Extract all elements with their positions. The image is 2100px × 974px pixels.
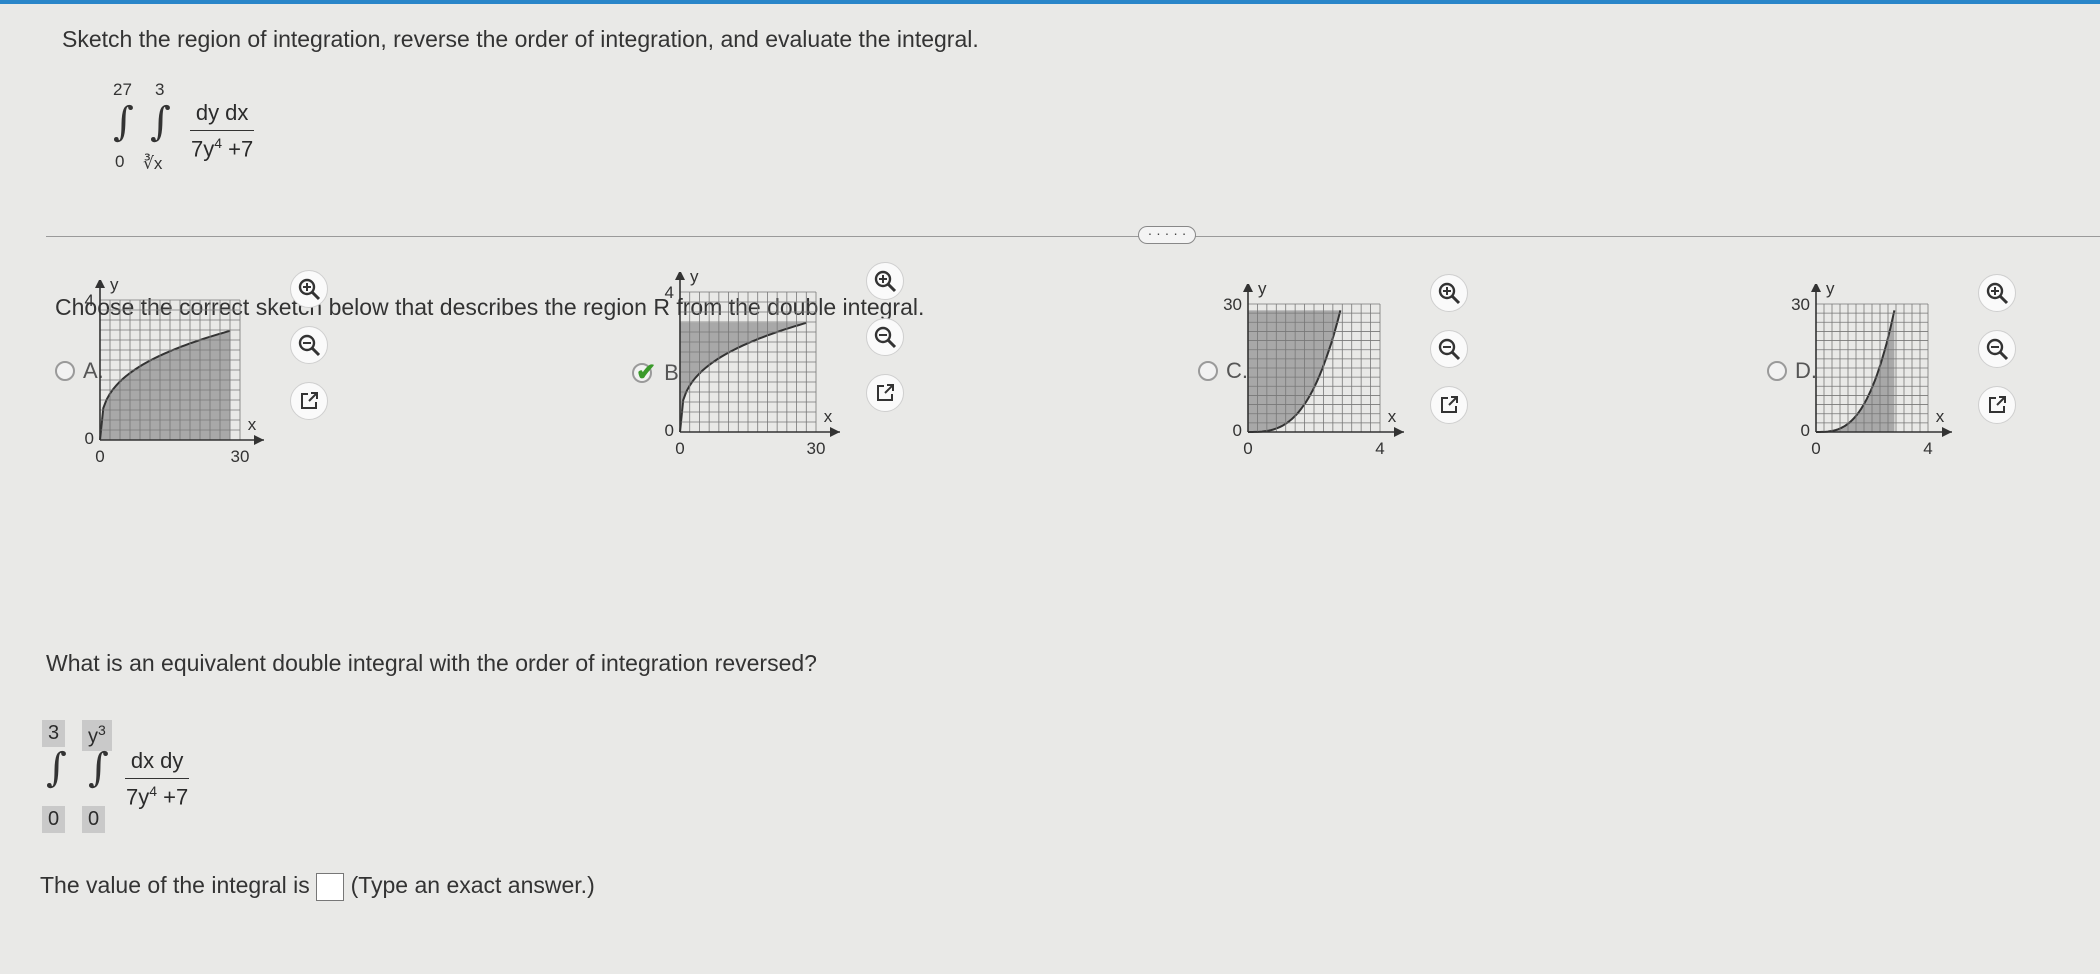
- x-axis-arrow: [254, 435, 264, 445]
- reversed-integral: 3 ∫ 0 y3 ∫ 0 dx dy 7y4 +7: [42, 712, 302, 842]
- inner-upper-limit: 3: [155, 80, 165, 99]
- zoom-in-button[interactable]: [1978, 274, 2016, 312]
- open-new-window-button[interactable]: [866, 374, 904, 412]
- section-divider: [46, 236, 2100, 237]
- open-new-window-button[interactable]: [290, 382, 328, 420]
- reversed-outer-integral-sign: ∫: [46, 745, 67, 791]
- shaded-region: [100, 330, 231, 440]
- y-tick-label: 4: [665, 283, 674, 302]
- reversed-denominator: 7y4 +7: [120, 779, 194, 810]
- outer-lower-limit: 0: [115, 152, 125, 171]
- reversed-inner-lower: 0: [82, 806, 106, 833]
- open-new-window-button[interactable]: [1978, 386, 2016, 424]
- part3-prompt-after: (Type an exact answer.): [350, 872, 595, 898]
- reversed-denominator-tail: +7: [163, 784, 189, 810]
- integrand-fraction: dy dx 7y4 +7: [185, 100, 259, 162]
- integrand-denominator: 7y4 +7: [185, 131, 259, 162]
- x-origin-label: 0: [675, 439, 684, 458]
- reversed-denominator-base: 7y: [126, 784, 150, 810]
- x-tick-label: 30: [807, 439, 826, 458]
- x-origin-label: 0: [1811, 439, 1820, 458]
- zoom-out-button[interactable]: [866, 318, 904, 356]
- inner-upper-exponent: 3: [98, 722, 106, 738]
- y-origin-label: 0: [665, 421, 674, 440]
- y-origin-label: 0: [1801, 421, 1810, 440]
- zoom-in-button[interactable]: [290, 270, 328, 308]
- zoom-out-button[interactable]: [1978, 330, 2016, 368]
- x-axis-arrow: [1942, 427, 1952, 437]
- graph-grid: [679, 291, 817, 433]
- inner-lower-limit: ∛x: [143, 154, 163, 173]
- option-graph: y 4 00 30 x: [85, 280, 264, 466]
- denominator-base: 7y: [191, 136, 215, 162]
- zoom-out-icon: [1986, 338, 2009, 361]
- y-axis-arrow: [1243, 284, 1253, 292]
- zoom-out-icon: [1438, 338, 1461, 361]
- open-new-window-button[interactable]: [1430, 386, 1468, 424]
- part2-prompt: What is an equivalent double integral wi…: [46, 650, 817, 676]
- top-accent-bar: [0, 0, 2100, 4]
- reversed-inner-integral-sign: ∫: [88, 745, 109, 791]
- y-tick-label: 30: [1791, 295, 1810, 314]
- y-axis-arrow: [675, 272, 685, 280]
- x-axis-arrow: [830, 427, 840, 437]
- x-axis-label: x: [248, 415, 257, 434]
- reversed-denominator-exponent: 4: [149, 783, 158, 799]
- integrand-numerator: dy dx: [189, 100, 255, 131]
- open-new-window-icon: [1989, 396, 2006, 413]
- x-axis-label: x: [824, 407, 833, 426]
- y-origin-label: 0: [85, 429, 94, 448]
- zoom-in-button[interactable]: [866, 262, 904, 300]
- outer-integral-sign: ∫: [113, 99, 134, 145]
- inner-integral-sign: ∫: [150, 99, 171, 145]
- shaded-region: [680, 322, 807, 432]
- x-origin-label: 0: [95, 447, 104, 466]
- zoom-in-icon: [1438, 282, 1461, 305]
- zoom-out-icon: [298, 334, 321, 357]
- zoom-out-icon: [874, 326, 897, 349]
- option-graph: y 30 00 4x: [1791, 284, 1952, 458]
- zoom-in-icon: [298, 278, 321, 301]
- open-new-window-icon: [877, 384, 894, 401]
- y-axis-label: y: [1258, 284, 1267, 298]
- y-tick-label: 4: [85, 291, 94, 310]
- y-axis-label: y: [1826, 284, 1835, 298]
- x-tick-label: 4: [1923, 439, 1932, 458]
- reversed-integrand-fraction: dx dy 7y4 +7: [120, 748, 194, 810]
- zoom-in-button[interactable]: [1430, 274, 1468, 312]
- y-axis-label: y: [110, 280, 119, 294]
- x-axis-arrow: [1394, 427, 1404, 437]
- y-axis-arrow: [1811, 284, 1821, 292]
- open-new-window-icon: [301, 392, 318, 409]
- denominator-exponent: 4: [214, 135, 223, 151]
- x-origin-label: 0: [1243, 439, 1252, 458]
- option-graph: y 30 00 4x: [1223, 284, 1404, 458]
- open-new-window-icon: [1441, 396, 1458, 413]
- zoom-in-icon: [1986, 282, 2009, 305]
- part3-row: The value of the integral is (Type an ex…: [40, 872, 595, 901]
- answer-input[interactable]: [316, 872, 345, 901]
- x-tick-label: 4: [1375, 439, 1384, 458]
- question-prompt: Sketch the region of integration, revers…: [62, 26, 979, 52]
- zoom-in-icon: [874, 270, 897, 293]
- zoom-out-button[interactable]: [290, 326, 328, 364]
- y-axis-label: y: [690, 272, 699, 286]
- y-origin-label: 0: [1233, 421, 1242, 440]
- part3-prompt-before: The value of the integral is: [40, 872, 310, 898]
- reversed-outer-upper: 3: [42, 720, 66, 747]
- x-tick-label: 30: [231, 447, 250, 466]
- x-axis-label: x: [1388, 407, 1397, 426]
- zoom-out-button[interactable]: [1430, 330, 1468, 368]
- original-integral: 27 ∫ 0 3 ∫ ∛x dy dx 7y4 +7: [105, 72, 365, 182]
- y-axis-arrow: [95, 280, 105, 288]
- expand-more-button[interactable]: · · · · ·: [1138, 226, 1196, 244]
- reversed-outer-lower: 0: [42, 806, 66, 833]
- denominator-tail: +7: [228, 136, 254, 162]
- y-tick-label: 30: [1223, 295, 1242, 314]
- outer-upper-limit: 27: [113, 80, 132, 99]
- reversed-numerator: dx dy: [124, 748, 190, 779]
- option-graph: y 4 00 30 x: [665, 272, 840, 458]
- graph-grid: [1815, 303, 1929, 433]
- x-axis-label: x: [1936, 407, 1945, 426]
